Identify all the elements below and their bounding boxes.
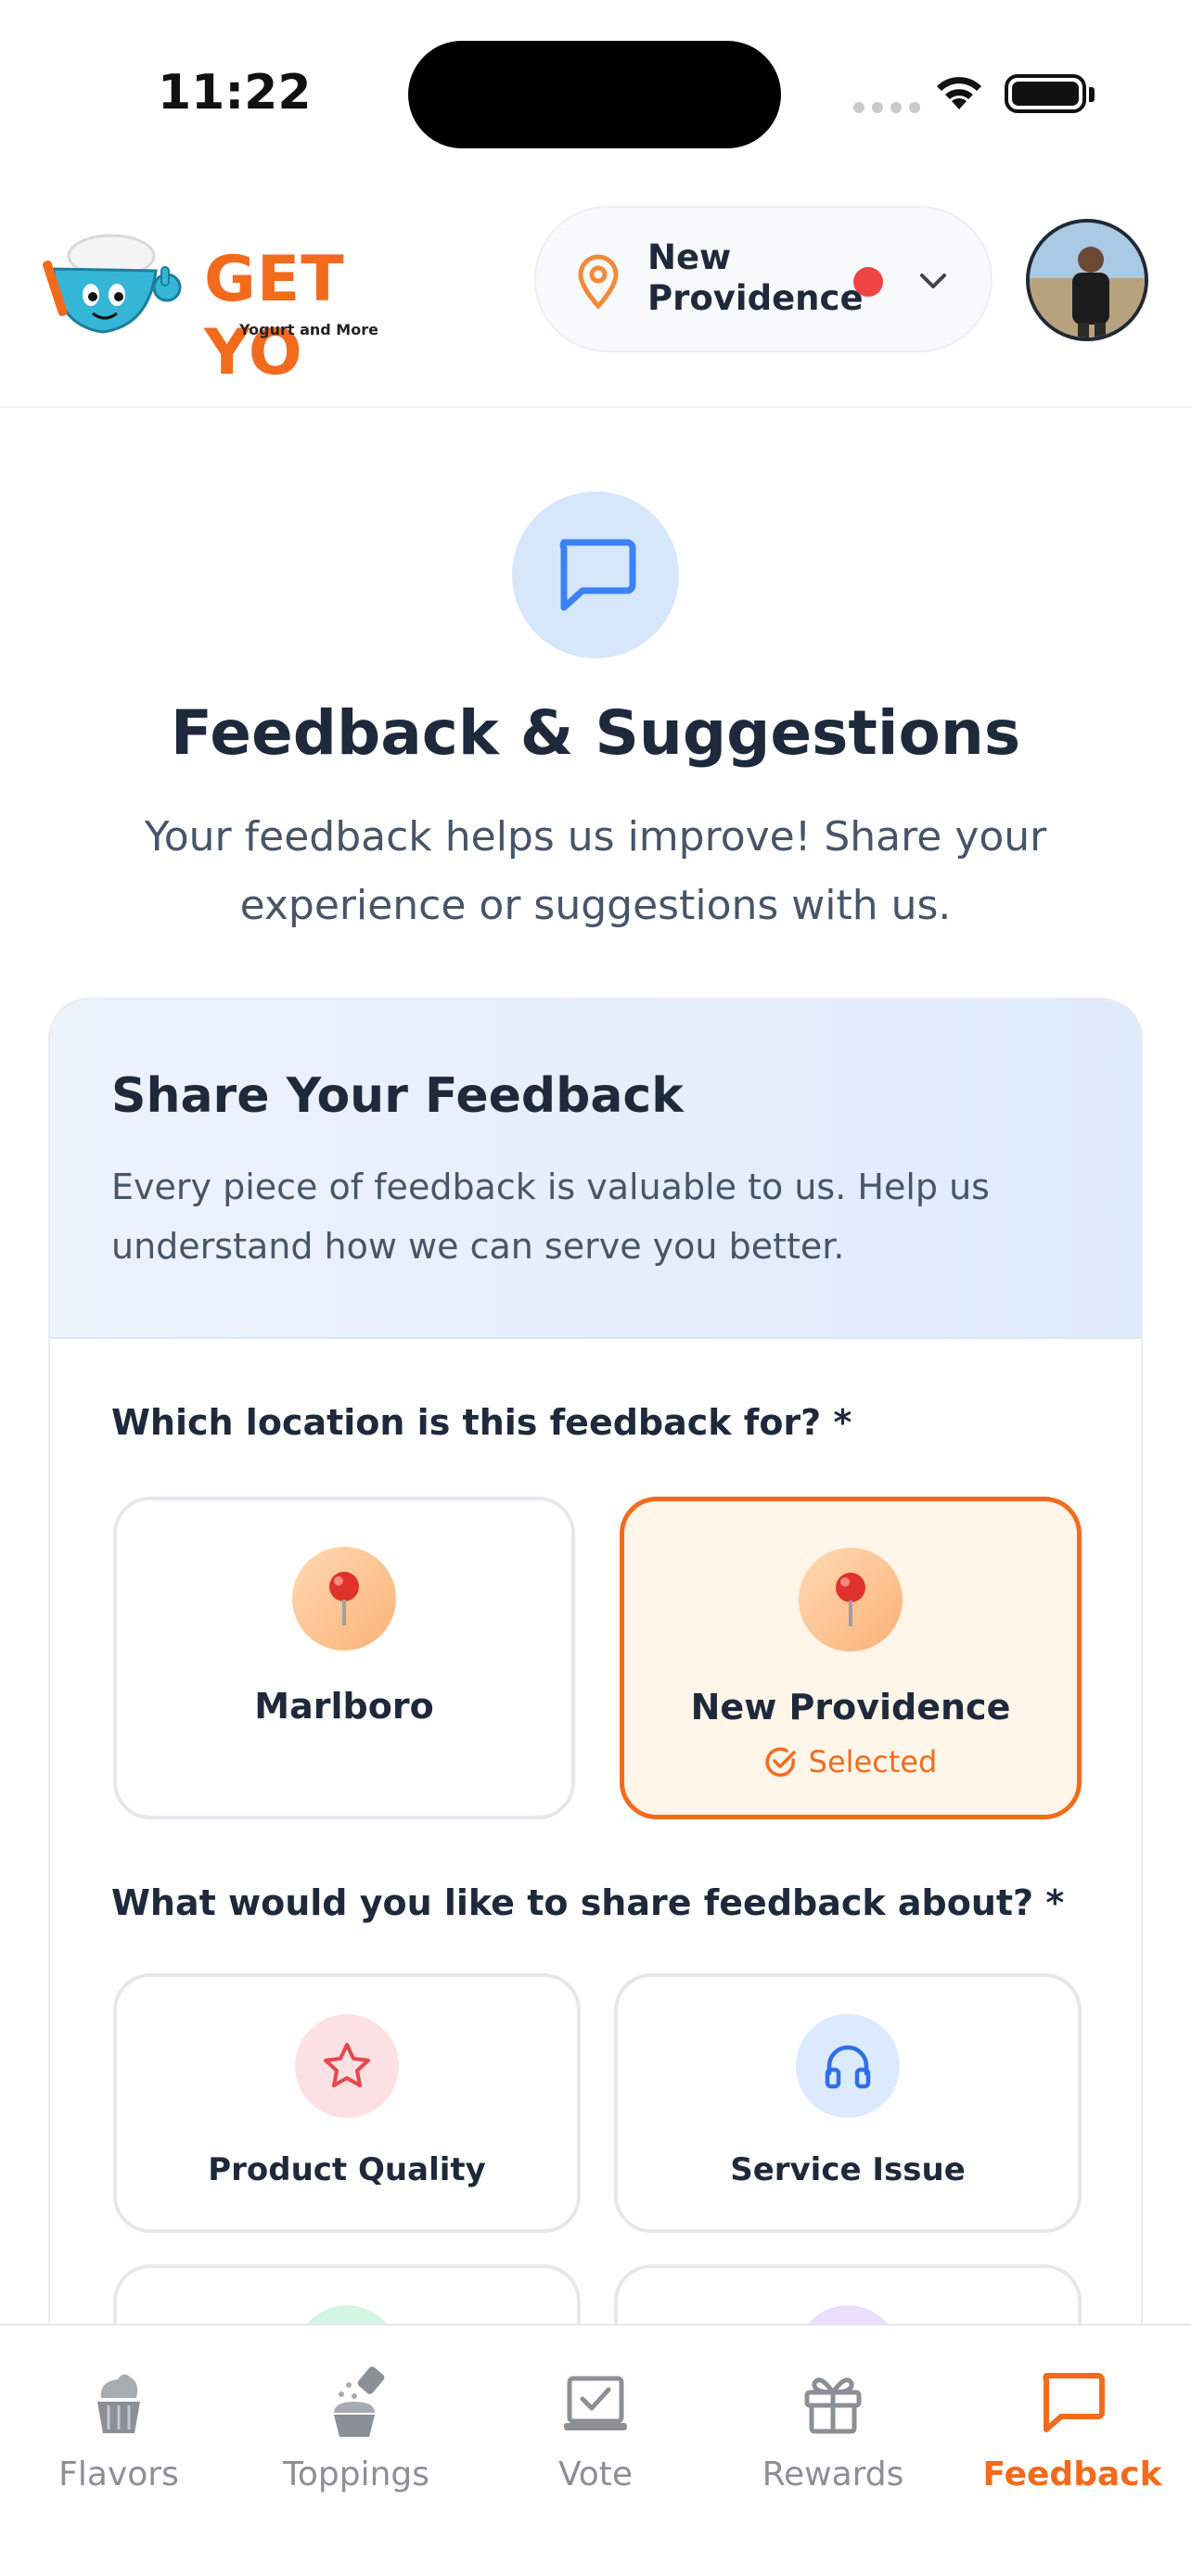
card-title: Share Your Feedback [111,1068,684,1124]
topic-option-service-issue[interactable]: Service Issue [614,1973,1082,2233]
tab-label: Rewards [762,2455,904,2493]
logo-wordmark: GET YO [204,243,345,389]
pushpin-icon [836,1573,865,1626]
card-header: Share Your Feedback Every piece of feedb… [50,1000,1141,1339]
wifi-icon [937,77,981,109]
battery-icon [1005,74,1086,113]
profile-photo [1030,223,1145,338]
topic-option-product-quality[interactable]: Product Quality [113,1973,581,2233]
logo-tagline: Yogurt and More [239,321,378,338]
topic-name: Service Issue [730,2151,966,2188]
cellular-signal-icon [853,102,920,113]
feedback-hero-icon [512,491,679,658]
dynamic-island [408,41,781,148]
tab-vote[interactable]: Vote [477,2326,714,2576]
selected-indicator: Selected [624,1744,1077,1779]
ballot-icon [558,2366,633,2441]
sprinkles-icon [319,2366,393,2441]
tab-flavors[interactable]: Flavors [0,2326,237,2576]
getyo-logo[interactable]: GET YO Yogurt and More [37,213,427,389]
page-subtitle: Your feedback helps us improve! Share yo… [144,813,1047,929]
message-square-icon [1035,2366,1109,2441]
status-bar: 11:22 [0,0,1191,185]
selected-label: Selected [808,1744,938,1779]
topic-question-label: What would you like to share feedback ab… [111,1882,1065,1923]
map-pin-icon [578,254,619,310]
headphones-icon [825,2045,871,2089]
location-option-marlboro[interactable]: Marlboro [113,1497,575,1819]
bottom-tab-bar: Flavors Toppings Vote Rewards Feedback [0,2324,1191,2576]
topic-icon-bg [796,2014,900,2118]
location-option-icon-bg [799,1548,903,1651]
chevron-down-icon [920,274,946,288]
message-square-icon [559,539,636,611]
tab-feedback[interactable]: Feedback [954,2326,1191,2576]
tab-label: Feedback [982,2455,1162,2493]
check-circle-icon [765,1747,796,1777]
cupcake-icon [82,2366,156,2441]
feedback-form-card: Share Your Feedback Every piece of feedb… [48,998,1143,2481]
tab-toppings[interactable]: Toppings [237,2326,475,2576]
status-time: 11:22 [158,65,312,121]
location-option-new-providence[interactable]: New Providence Selected [620,1497,1082,1819]
user-avatar[interactable] [1026,219,1148,341]
status-dot [853,267,883,297]
location-option-name: New Providence [690,1687,1011,1728]
location-selector[interactable]: New Providence [534,206,992,352]
tab-label: Toppings [282,2455,430,2493]
star-icon [324,2043,370,2087]
location-option-name: Marlboro [254,1686,434,1727]
tab-rewards[interactable]: Rewards [714,2326,952,2576]
location-option-icon-bg [292,1547,396,1651]
pushpin-icon [329,1572,359,1626]
location-question-label: Which location is this feedback for? * [111,1402,852,1443]
tab-label: Flavors [58,2455,179,2493]
gift-icon [796,2366,870,2441]
yogurt-mascot-icon [43,234,182,334]
page-title: Feedback & Suggestions [170,697,1021,769]
topic-icon-bg [295,2014,399,2118]
tab-label: Vote [557,2455,634,2493]
topic-name: Product Quality [208,2151,486,2188]
current-location-label: New Providence [647,237,864,318]
card-description: Every piece of feedback is valuable to u… [111,1167,990,1267]
